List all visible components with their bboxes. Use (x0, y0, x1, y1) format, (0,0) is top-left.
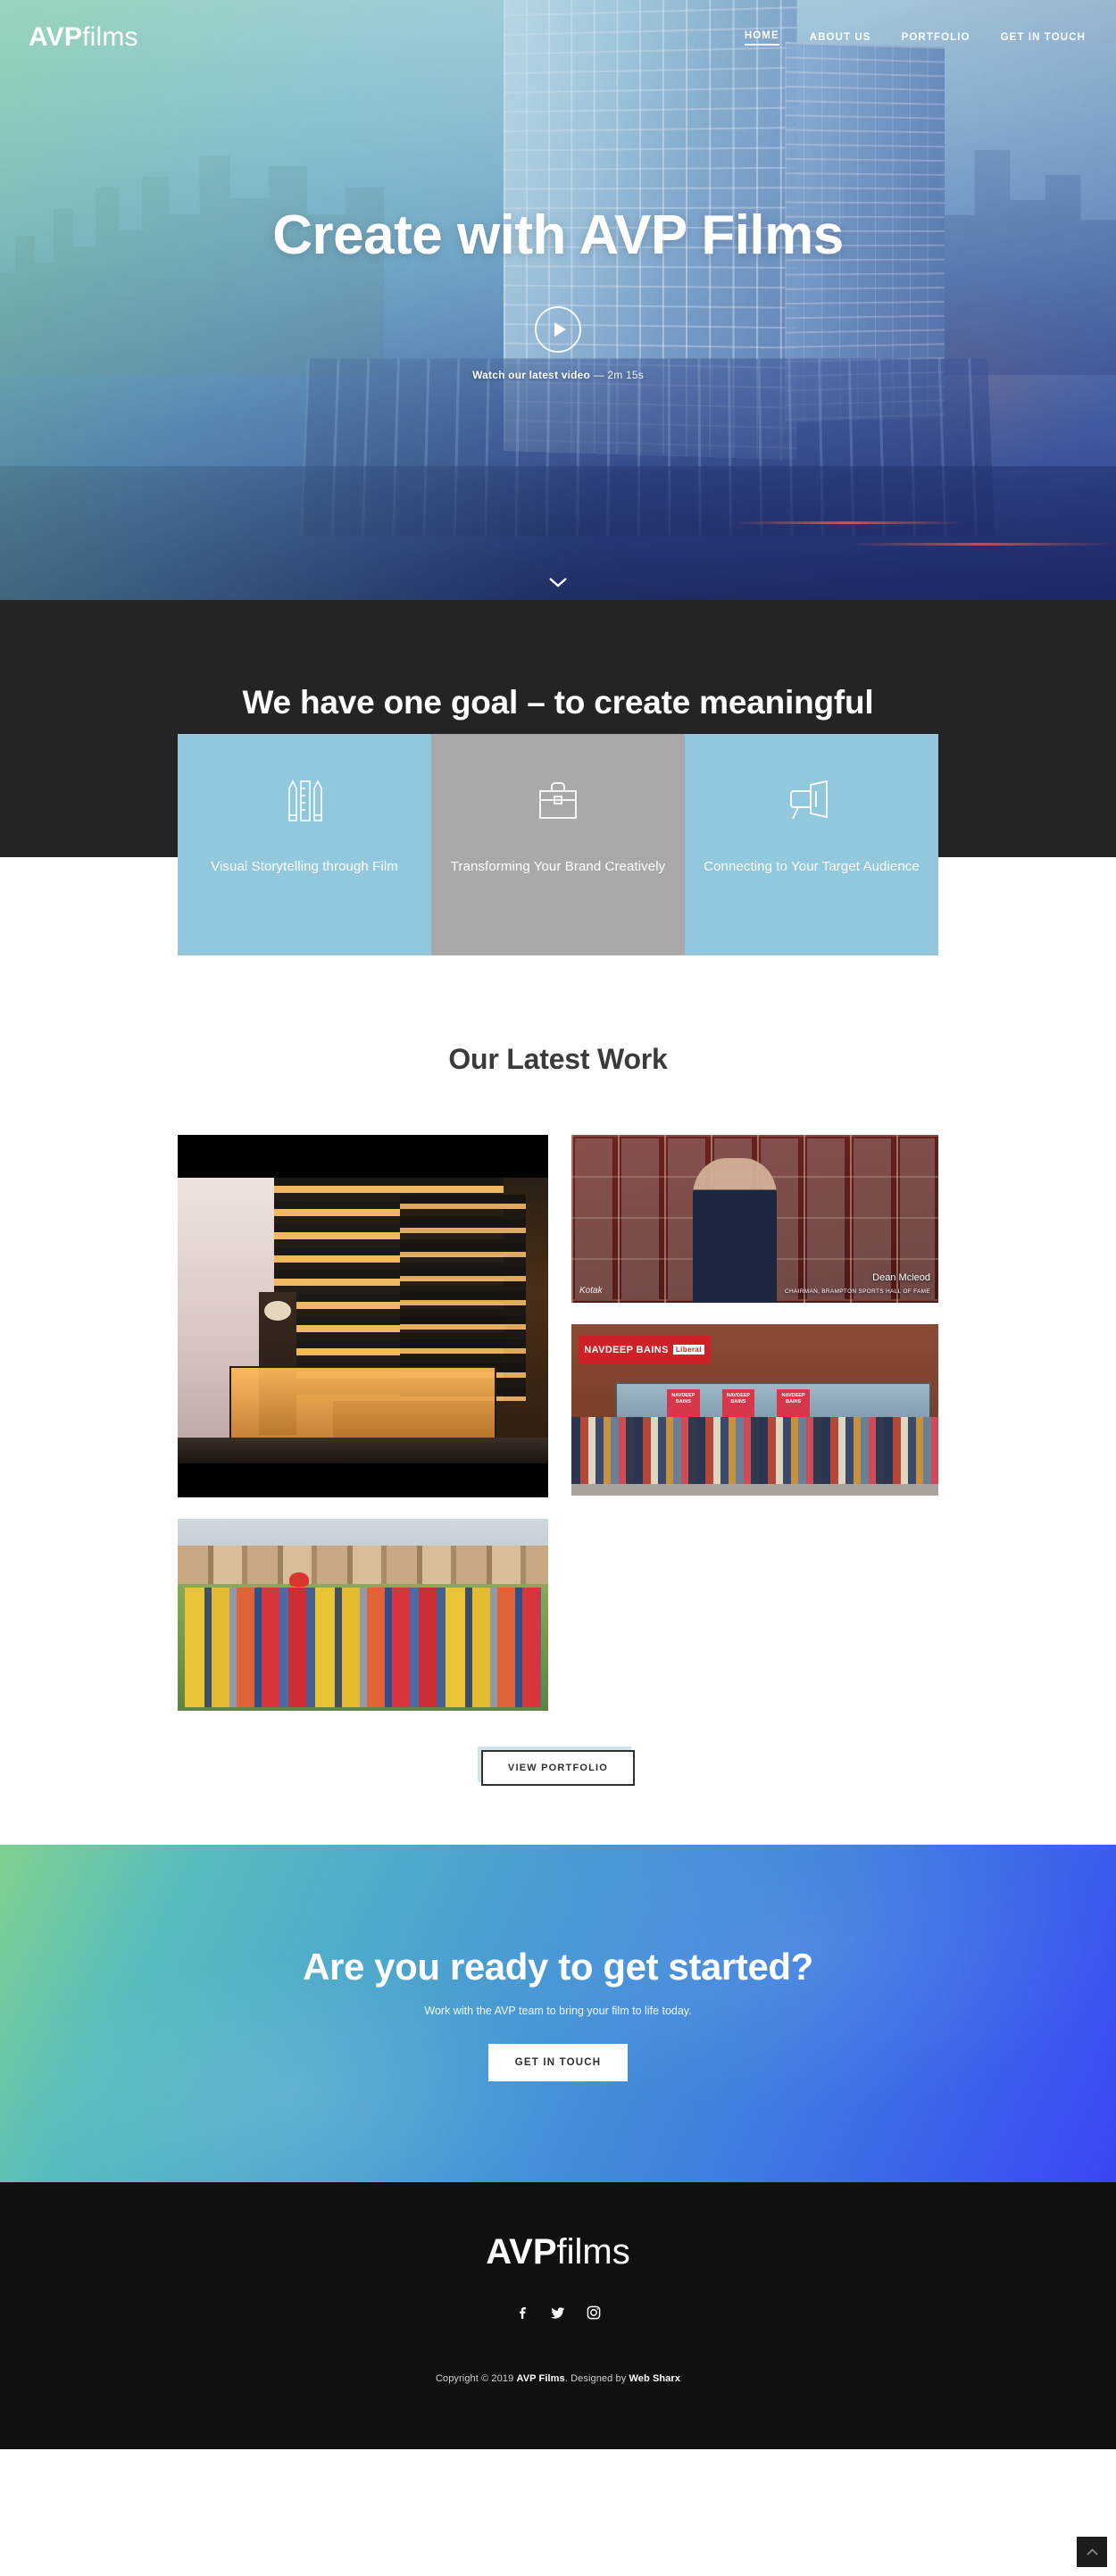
portfolio-grid: Kotak Dean Mcleod CHAIRMAN, BRAMPTON SPO… (178, 1135, 938, 1711)
main-nav: HOME ABOUT US PORTFOLIO GET IN TOUCH (744, 30, 1086, 46)
chevron-down-icon[interactable] (549, 578, 567, 588)
chevron-up-icon[interactable] (1077, 2537, 1107, 2567)
site-footer: AVPfilms Copyright © 2019 AVP Films. Des… (0, 2182, 1116, 2449)
view-portfolio-button[interactable]: VIEW PORTFOLIO (480, 1750, 636, 1786)
glass-lobby (229, 1366, 496, 1441)
instagram-icon[interactable] (585, 2304, 603, 2322)
campaign-banner: NAVDEEP BAINS Liberal (579, 1336, 712, 1364)
twitter-icon[interactable] (549, 2304, 567, 2322)
feature-card-label: Transforming Your Brand Creatively (450, 859, 666, 874)
pencil-ruler-icon (284, 773, 325, 829)
feature-card-visual-storytelling[interactable]: Visual Storytelling through Film (178, 734, 431, 955)
crowd-group (571, 1416, 938, 1486)
cta-content: Are you ready to get started? Work with … (303, 1946, 813, 2081)
hero-title: Create with AVP Films (272, 204, 844, 266)
tile-caption-role: CHAIRMAN, BRAMPTON SPORTS HALL OF FAME (785, 1288, 930, 1295)
campaign-banner-text: NAVDEEP BAINS (584, 1344, 669, 1355)
cta-section: Are you ready to get started? Work with … (0, 1845, 1116, 2182)
copyright-mid: . Designed by (564, 2373, 629, 2384)
feature-cards: Visual Storytelling through Film Transfo… (178, 734, 938, 955)
footer-logo-light: films (556, 2232, 630, 2272)
latest-work-heading: Our Latest Work (448, 1043, 668, 1075)
ground-pavement (571, 1483, 938, 1496)
social-links (513, 2304, 603, 2322)
portfolio-column-right: Kotak Dean Mcleod CHAIRMAN, BRAMPTON SPO… (571, 1135, 938, 1711)
person-figure (692, 1158, 778, 1303)
megaphone-icon (786, 773, 837, 829)
nav-item-get-in-touch[interactable]: GET IN TOUCH (1001, 32, 1086, 43)
campaign-banner-badge: Liberal (672, 1345, 704, 1355)
children-group (185, 1588, 541, 1707)
cta-get-in-touch-button[interactable]: GET IN TOUCH (487, 2044, 629, 2081)
hero-section: AVPfilms HOME ABOUT US PORTFOLIO GET IN … (0, 0, 1116, 600)
feature-card-transforming-brand[interactable]: Transforming Your Brand Creatively (431, 734, 685, 955)
portfolio-column-left (178, 1135, 548, 1711)
briefcase-icon (533, 773, 583, 829)
feature-card-label: Connecting to Your Target Audience (704, 859, 920, 874)
logo-bold-text: AVP (29, 22, 83, 52)
watch-video-text: Watch our latest video (472, 369, 591, 381)
building-photo (178, 1178, 548, 1463)
play-circle-icon[interactable] (535, 306, 581, 353)
copyright-text: Copyright © 2019 AVP Films. Designed by … (436, 2373, 680, 2384)
portfolio-tile-campaign-rally[interactable]: NAVDEEP BAINS Liberal NAVDEEP BAINS NAVDE… (571, 1324, 938, 1496)
cta-heading: Are you ready to get started? (303, 1946, 813, 1988)
facebook-icon[interactable] (513, 2304, 531, 2322)
logo-light-text: films (82, 22, 138, 52)
hero-content: Create with AVP Films Watch our latest v… (0, 204, 1116, 381)
play-triangle (554, 322, 566, 337)
view-portfolio-row: VIEW PORTFOLIO (178, 1750, 938, 1786)
feature-card-connecting-audience[interactable]: Connecting to Your Target Audience (685, 734, 938, 955)
latest-work-section: Our Latest Work Kotak Dean Mcleod CHAIRM… (0, 1020, 1116, 1786)
top-navigation-bar: AVPfilms HOME ABOUT US PORTFOLIO GET IN … (0, 0, 1116, 75)
cta-subheading: Work with the AVP team to bring your fil… (424, 2005, 692, 2017)
copyright-prefix: Copyright © 2019 (435, 2373, 517, 2384)
watch-video-label[interactable]: Watch our latest video — 2m 15s (472, 369, 644, 381)
copyright-designer: Web Sharx (629, 2373, 681, 2384)
nav-item-about-us[interactable]: ABOUT US (810, 32, 871, 43)
tile-caption-name: Dean Mcleod (872, 1272, 930, 1283)
feature-cards-section: Visual Storytelling through Film Transfo… (0, 734, 1116, 1020)
watch-video-duration: — 2m 15s (590, 369, 644, 381)
nav-item-portfolio[interactable]: PORTFOLIO (902, 32, 970, 43)
site-logo[interactable]: AVPfilms (29, 24, 138, 51)
footer-logo[interactable]: AVPfilms (486, 2234, 630, 2270)
copyright-brand: AVP Films (516, 2373, 565, 2384)
portfolio-tile-sports-hall-of-fame[interactable]: Kotak Dean Mcleod CHAIRMAN, BRAMPTON SPO… (571, 1135, 938, 1303)
turban-figure (288, 1572, 309, 1588)
feature-card-label: Visual Storytelling through Film (211, 859, 398, 874)
street-base (178, 1438, 548, 1463)
footer-logo-bold: AVP (486, 2232, 557, 2272)
nav-item-home[interactable]: HOME (744, 30, 779, 46)
kotak-watermark: Kotak (579, 1286, 603, 1296)
portfolio-tile-downtown-building[interactable] (178, 1135, 548, 1497)
portfolio-tile-community-youth[interactable] (178, 1519, 548, 1711)
houses-row (178, 1546, 548, 1588)
